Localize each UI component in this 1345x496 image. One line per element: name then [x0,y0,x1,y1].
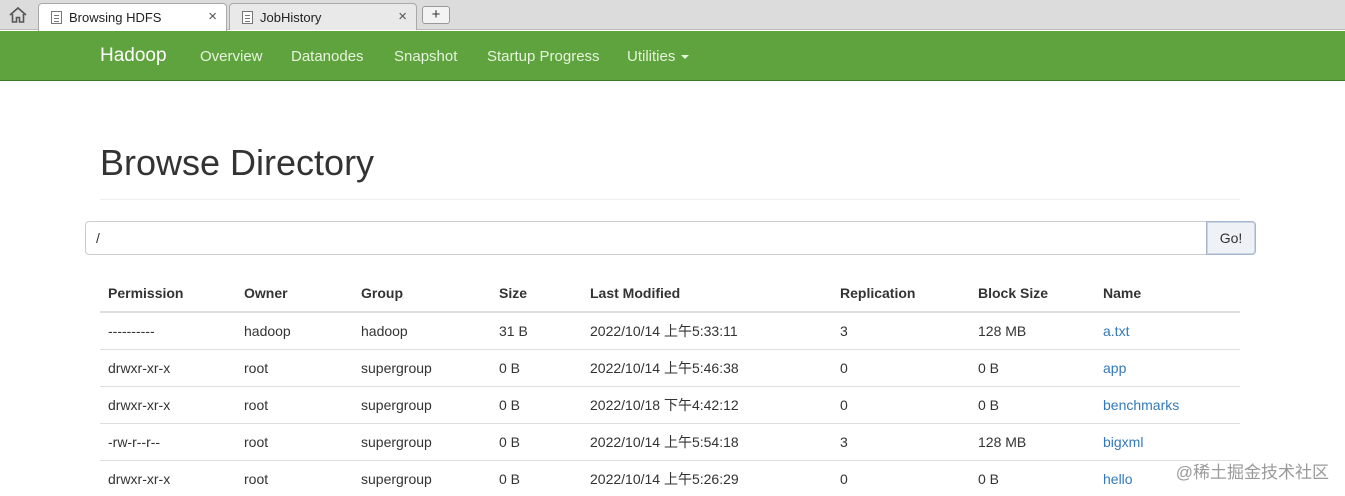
cell-block-size: 0 B [970,385,1095,423]
navbar-brand[interactable]: Hadoop [100,45,167,67]
cell-permission: drwxr-xr-x [100,385,236,423]
directory-link[interactable]: app [1103,360,1126,376]
title-divider [100,199,1240,200]
cell-block-size: 128 MB [970,422,1095,460]
directory-link[interactable]: benchmarks [1103,397,1179,413]
cell-last-modified: 2022/10/14 上午5:54:18 [582,422,832,460]
column-header-permission[interactable]: Permission [100,275,236,313]
cell-size: 0 B [491,385,582,423]
tab-label: Browsing HDFS [69,10,162,25]
file-link[interactable]: bigxml [1103,434,1143,450]
cell-group: supergroup [353,422,491,460]
cell-last-modified: 2022/10/14 上午5:26:29 [582,459,832,496]
cell-replication: 3 [832,422,970,460]
cell-owner: root [236,422,353,460]
column-header-name[interactable]: Name [1095,275,1240,313]
tab-jobhistory[interactable]: JobHistory × [229,3,417,30]
nav-item-snapshot[interactable]: Snapshot [394,48,457,65]
nav-item-utilities-label: Utilities [627,48,676,65]
cell-replication: 0 [832,459,970,496]
cell-owner: hadoop [236,311,353,349]
table-row: drwxr-xr-x root supergroup 0 B 2022/10/1… [100,459,1240,496]
tab-browsing-hdfs[interactable]: Browsing HDFS × [38,3,227,31]
table-row: drwxr-xr-x root supergroup 0 B 2022/10/1… [100,348,1240,386]
column-header-last-modified[interactable]: Last Modified [582,275,832,313]
page-title: Browse Directory [100,142,375,183]
cell-group: supergroup [353,385,491,423]
tab-close-icon[interactable]: × [398,8,407,25]
cell-size: 0 B [491,459,582,496]
column-header-owner[interactable]: Owner [236,275,353,313]
tab-close-icon[interactable]: × [208,8,217,25]
new-tab-button[interactable]: + [422,6,450,24]
cell-block-size: 0 B [970,348,1095,386]
directory-link[interactable]: hello [1103,471,1133,487]
column-header-block-size[interactable]: Block Size [970,275,1095,313]
cell-replication: 0 [832,348,970,386]
cell-owner: root [236,385,353,423]
browser-tab-strip: Browsing HDFS × JobHistory × + [0,0,1345,31]
cell-permission: ---------- [100,311,236,349]
directory-table: Permission Owner Group Size Last Modifie… [100,275,1240,496]
home-icon[interactable] [8,6,28,24]
go-button[interactable]: Go! [1206,221,1256,255]
column-header-replication[interactable]: Replication [832,275,970,313]
watermark: @稀土掘金技术社区 [1175,463,1329,482]
cell-block-size: 128 MB [970,311,1095,349]
nav-item-utilities[interactable]: Utilities [627,48,690,65]
cell-last-modified: 2022/10/18 下午4:42:12 [582,385,832,423]
cell-permission: -rw-r--r-- [100,422,236,460]
cell-name: bigxml [1095,422,1240,460]
cell-size: 0 B [491,348,582,386]
document-icon [51,11,62,24]
nav-item-startup-progress[interactable]: Startup Progress [487,48,600,65]
cell-replication: 0 [832,385,970,423]
cell-permission: drwxr-xr-x [100,459,236,496]
document-icon [242,11,253,24]
cell-owner: root [236,348,353,386]
cell-last-modified: 2022/10/14 上午5:46:38 [582,348,832,386]
table-row: ---------- hadoop hadoop 31 B 2022/10/14… [100,311,1240,349]
cell-block-size: 0 B [970,459,1095,496]
table-row: -rw-r--r-- root supergroup 0 B 2022/10/1… [100,422,1240,460]
file-link[interactable]: a.txt [1103,323,1129,339]
hadoop-navbar: Hadoop Overview Datanodes Snapshot Start… [0,31,1345,81]
column-header-size[interactable]: Size [491,275,582,313]
cell-group: hadoop [353,311,491,349]
cell-permission: drwxr-xr-x [100,348,236,386]
nav-item-overview[interactable]: Overview [200,48,263,65]
cell-name: a.txt [1095,311,1240,349]
cell-last-modified: 2022/10/14 上午5:33:11 [582,311,832,349]
cell-name: app [1095,348,1240,386]
nav-item-datanodes[interactable]: Datanodes [291,48,364,65]
cell-group: supergroup [353,348,491,386]
cell-size: 31 B [491,311,582,349]
cell-size: 0 B [491,422,582,460]
table-row: drwxr-xr-x root supergroup 0 B 2022/10/1… [100,385,1240,423]
column-header-group[interactable]: Group [353,275,491,313]
caret-down-icon [681,55,690,60]
cell-replication: 3 [832,311,970,349]
cell-name: benchmarks [1095,385,1240,423]
directory-path-input[interactable] [85,221,1207,255]
tab-label: JobHistory [260,10,322,25]
table-header-row: Permission Owner Group Size Last Modifie… [100,275,1240,313]
cell-owner: root [236,459,353,496]
cell-group: supergroup [353,459,491,496]
